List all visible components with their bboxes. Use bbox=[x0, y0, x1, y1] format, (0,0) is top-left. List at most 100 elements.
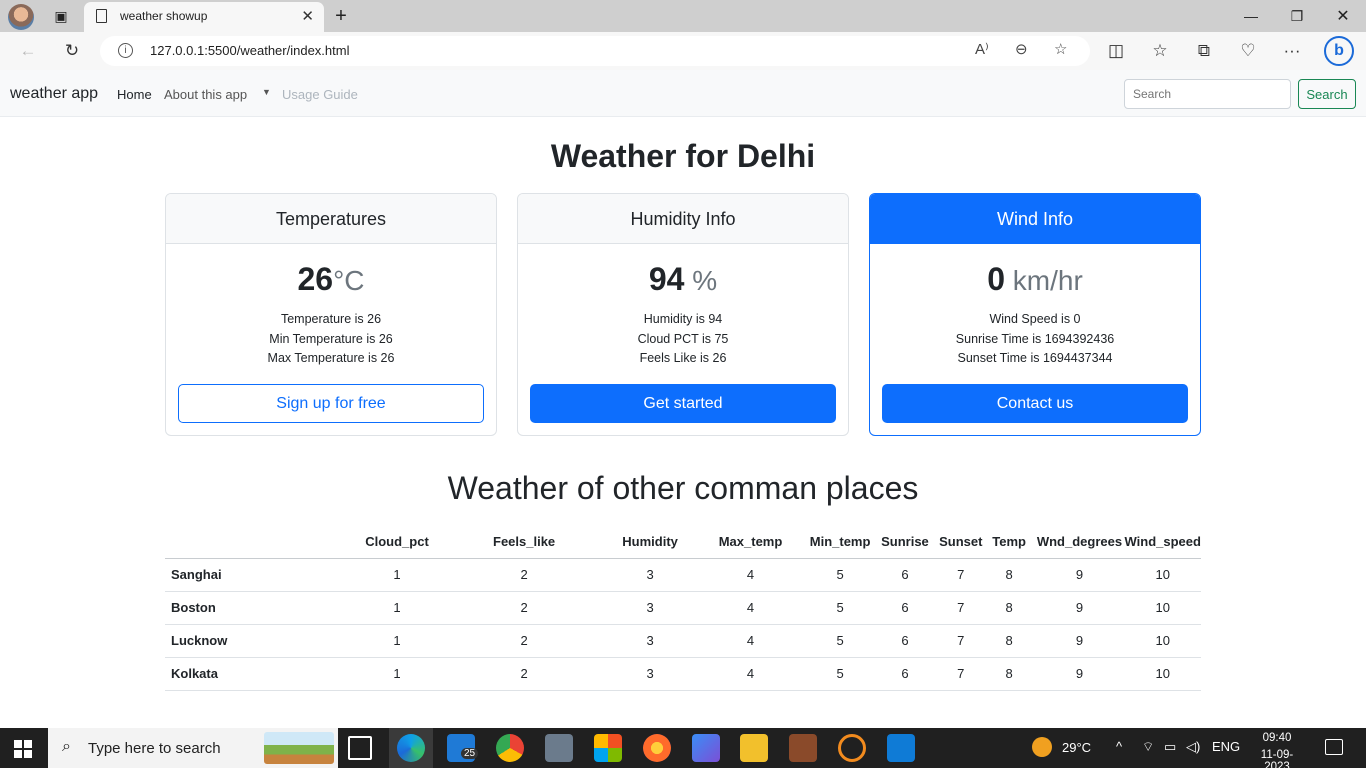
table-cell: 5 bbox=[808, 624, 873, 658]
zoom-icon[interactable]: ⊖ bbox=[1015, 40, 1028, 58]
nav-about-link[interactable]: About this app bbox=[164, 87, 247, 102]
table-cell: 2 bbox=[440, 657, 608, 691]
site-navbar: weather app Home About this app ▼ Usage … bbox=[0, 70, 1366, 117]
table-cell: 1 bbox=[353, 591, 441, 625]
dropdown-caret-icon[interactable]: ▼ bbox=[262, 87, 271, 97]
card-header: Wind Info bbox=[870, 194, 1200, 244]
close-window-icon[interactable]: ✕ bbox=[1332, 0, 1354, 32]
table-cell: 10 bbox=[1124, 624, 1201, 658]
table-cell: 1 bbox=[353, 624, 441, 658]
split-screen-icon[interactable]: ◫ bbox=[1102, 32, 1130, 70]
read-aloud-icon[interactable]: A⁾ bbox=[975, 40, 989, 58]
battery-icon[interactable]: ▭ bbox=[1164, 739, 1176, 755]
firefox-icon[interactable] bbox=[643, 734, 671, 762]
table-cell: 7 bbox=[937, 591, 984, 625]
show-hidden-icons-icon[interactable]: ^ bbox=[1116, 739, 1122, 754]
clock-date[interactable]: 11-09-2023 bbox=[1251, 749, 1303, 773]
refresh-icon[interactable]: ↻ bbox=[58, 32, 86, 70]
windows-start-icon[interactable] bbox=[14, 740, 32, 758]
tab-actions-icon[interactable]: ▣ bbox=[50, 0, 72, 32]
table-cell: 2 bbox=[440, 624, 608, 658]
place-cell: Sanghai bbox=[165, 558, 354, 592]
vscode-icon[interactable] bbox=[887, 734, 915, 762]
task-view-icon[interactable] bbox=[348, 736, 372, 760]
column-header: Min_temp bbox=[808, 525, 873, 559]
table-cell: 5 bbox=[808, 558, 873, 592]
card-line: Feels Like is 26 bbox=[639, 351, 727, 365]
column-header: Sunrise bbox=[872, 525, 938, 559]
column-header: Cloud_pct bbox=[353, 525, 441, 559]
browser-essentials-icon[interactable]: ♡ bbox=[1234, 32, 1262, 70]
copilot-app-icon[interactable] bbox=[692, 734, 720, 762]
language-indicator[interactable]: ENG bbox=[1212, 739, 1240, 754]
brand-link[interactable]: weather app bbox=[10, 85, 98, 103]
table-cell: 6 bbox=[872, 624, 938, 658]
table-cell: 10 bbox=[1124, 657, 1201, 691]
card-line: Max Temperature is 26 bbox=[267, 351, 395, 365]
card-header: Temperatures bbox=[166, 194, 496, 244]
table-heading: Weather of other comman places bbox=[447, 470, 919, 506]
table-cell: 4 bbox=[692, 591, 809, 625]
back-icon[interactable]: ← bbox=[14, 32, 42, 70]
minimize-icon[interactable]: — bbox=[1240, 0, 1262, 32]
taskbar-search-box[interactable]: ⌕ Type here to search bbox=[48, 728, 338, 768]
card-line: Temperature is 26 bbox=[280, 312, 382, 326]
mail-icon[interactable]: 25 bbox=[447, 734, 479, 762]
taskbar-temperature[interactable]: 29°C bbox=[1062, 740, 1091, 755]
volume-icon[interactable]: ◁) bbox=[1186, 739, 1200, 755]
table-cell: 8 bbox=[983, 558, 1035, 592]
table-cell: 9 bbox=[1034, 591, 1125, 625]
close-tab-icon[interactable]: ✕ bbox=[301, 7, 314, 25]
place-cell: Kolkata bbox=[165, 657, 354, 691]
browser-tab[interactable]: weather showup ✕ bbox=[84, 2, 324, 32]
table-cell: 8 bbox=[983, 591, 1035, 625]
table-row: Sanghai 1 2 3 4 5 6 7 8 9 10 bbox=[165, 558, 1201, 592]
card-line: Sunset Time is 1694437344 bbox=[957, 351, 1113, 365]
get-started-button[interactable]: Get started bbox=[530, 384, 836, 423]
table-cell: 6 bbox=[872, 558, 938, 592]
sign-up-button[interactable]: Sign up for free bbox=[178, 384, 484, 423]
profile-avatar-icon[interactable] bbox=[8, 4, 34, 30]
store-icon[interactable] bbox=[594, 734, 622, 762]
card-line: Sunrise Time is 1694392436 bbox=[955, 331, 1115, 346]
search-button[interactable]: Search bbox=[1298, 79, 1356, 109]
copilot-icon[interactable]: b bbox=[1324, 36, 1354, 66]
git-app-icon[interactable] bbox=[838, 734, 866, 762]
card-line: Wind Speed is 0 bbox=[989, 312, 1081, 326]
column-header: Wnd_degrees bbox=[1034, 525, 1125, 559]
table-cell: 10 bbox=[1124, 558, 1201, 592]
card-details: Wind Speed is 0 Sunrise Time is 16943924… bbox=[870, 310, 1200, 369]
chrome-icon[interactable] bbox=[496, 734, 524, 762]
network-icon[interactable]: ⌔ bbox=[1142, 739, 1154, 755]
tab-title: weather showup bbox=[120, 9, 208, 23]
table-cell: 3 bbox=[607, 657, 693, 691]
collections-icon[interactable]: ⧉ bbox=[1190, 32, 1218, 70]
humidity-card: Humidity Info 94 % Humidity is 94 Cloud … bbox=[517, 193, 849, 436]
weather-icon[interactable] bbox=[1032, 737, 1052, 757]
mail-badge: 25 bbox=[461, 748, 479, 759]
favorites-icon[interactable]: ☆ bbox=[1146, 32, 1174, 70]
favorite-star-icon[interactable]: ☆ bbox=[1054, 40, 1067, 58]
contact-us-button[interactable]: Contact us bbox=[882, 384, 1188, 423]
table-cell: 4 bbox=[692, 558, 809, 592]
file-explorer-icon[interactable] bbox=[740, 734, 768, 762]
app-icon[interactable] bbox=[789, 734, 817, 762]
card-header: Humidity Info bbox=[518, 194, 848, 244]
new-tab-icon[interactable]: + bbox=[330, 0, 352, 32]
search-input[interactable] bbox=[1124, 79, 1291, 109]
edge-browser-icon[interactable] bbox=[397, 734, 425, 762]
nav-home-link[interactable]: Home bbox=[117, 87, 152, 102]
restore-icon[interactable]: ❐ bbox=[1286, 0, 1308, 32]
site-info-icon[interactable]: i bbox=[118, 43, 133, 58]
address-bar[interactable]: i 127.0.0.1:5500/weather/index.html A⁾ ⊖… bbox=[100, 36, 1090, 66]
table-cell: 4 bbox=[692, 624, 809, 658]
table-cell: 10 bbox=[1124, 591, 1201, 625]
more-menu-icon[interactable]: ··· bbox=[1278, 32, 1306, 70]
temperature-card: Temperatures 26°C Temperature is 26 Min … bbox=[165, 193, 497, 436]
notifications-icon[interactable] bbox=[1325, 739, 1343, 755]
camera-icon[interactable] bbox=[545, 734, 573, 762]
url-text[interactable]: 127.0.0.1:5500/weather/index.html bbox=[150, 43, 349, 58]
page-icon bbox=[96, 9, 107, 23]
table-cell: 9 bbox=[1034, 657, 1125, 691]
clock-time[interactable]: 09:40 bbox=[1251, 732, 1303, 744]
